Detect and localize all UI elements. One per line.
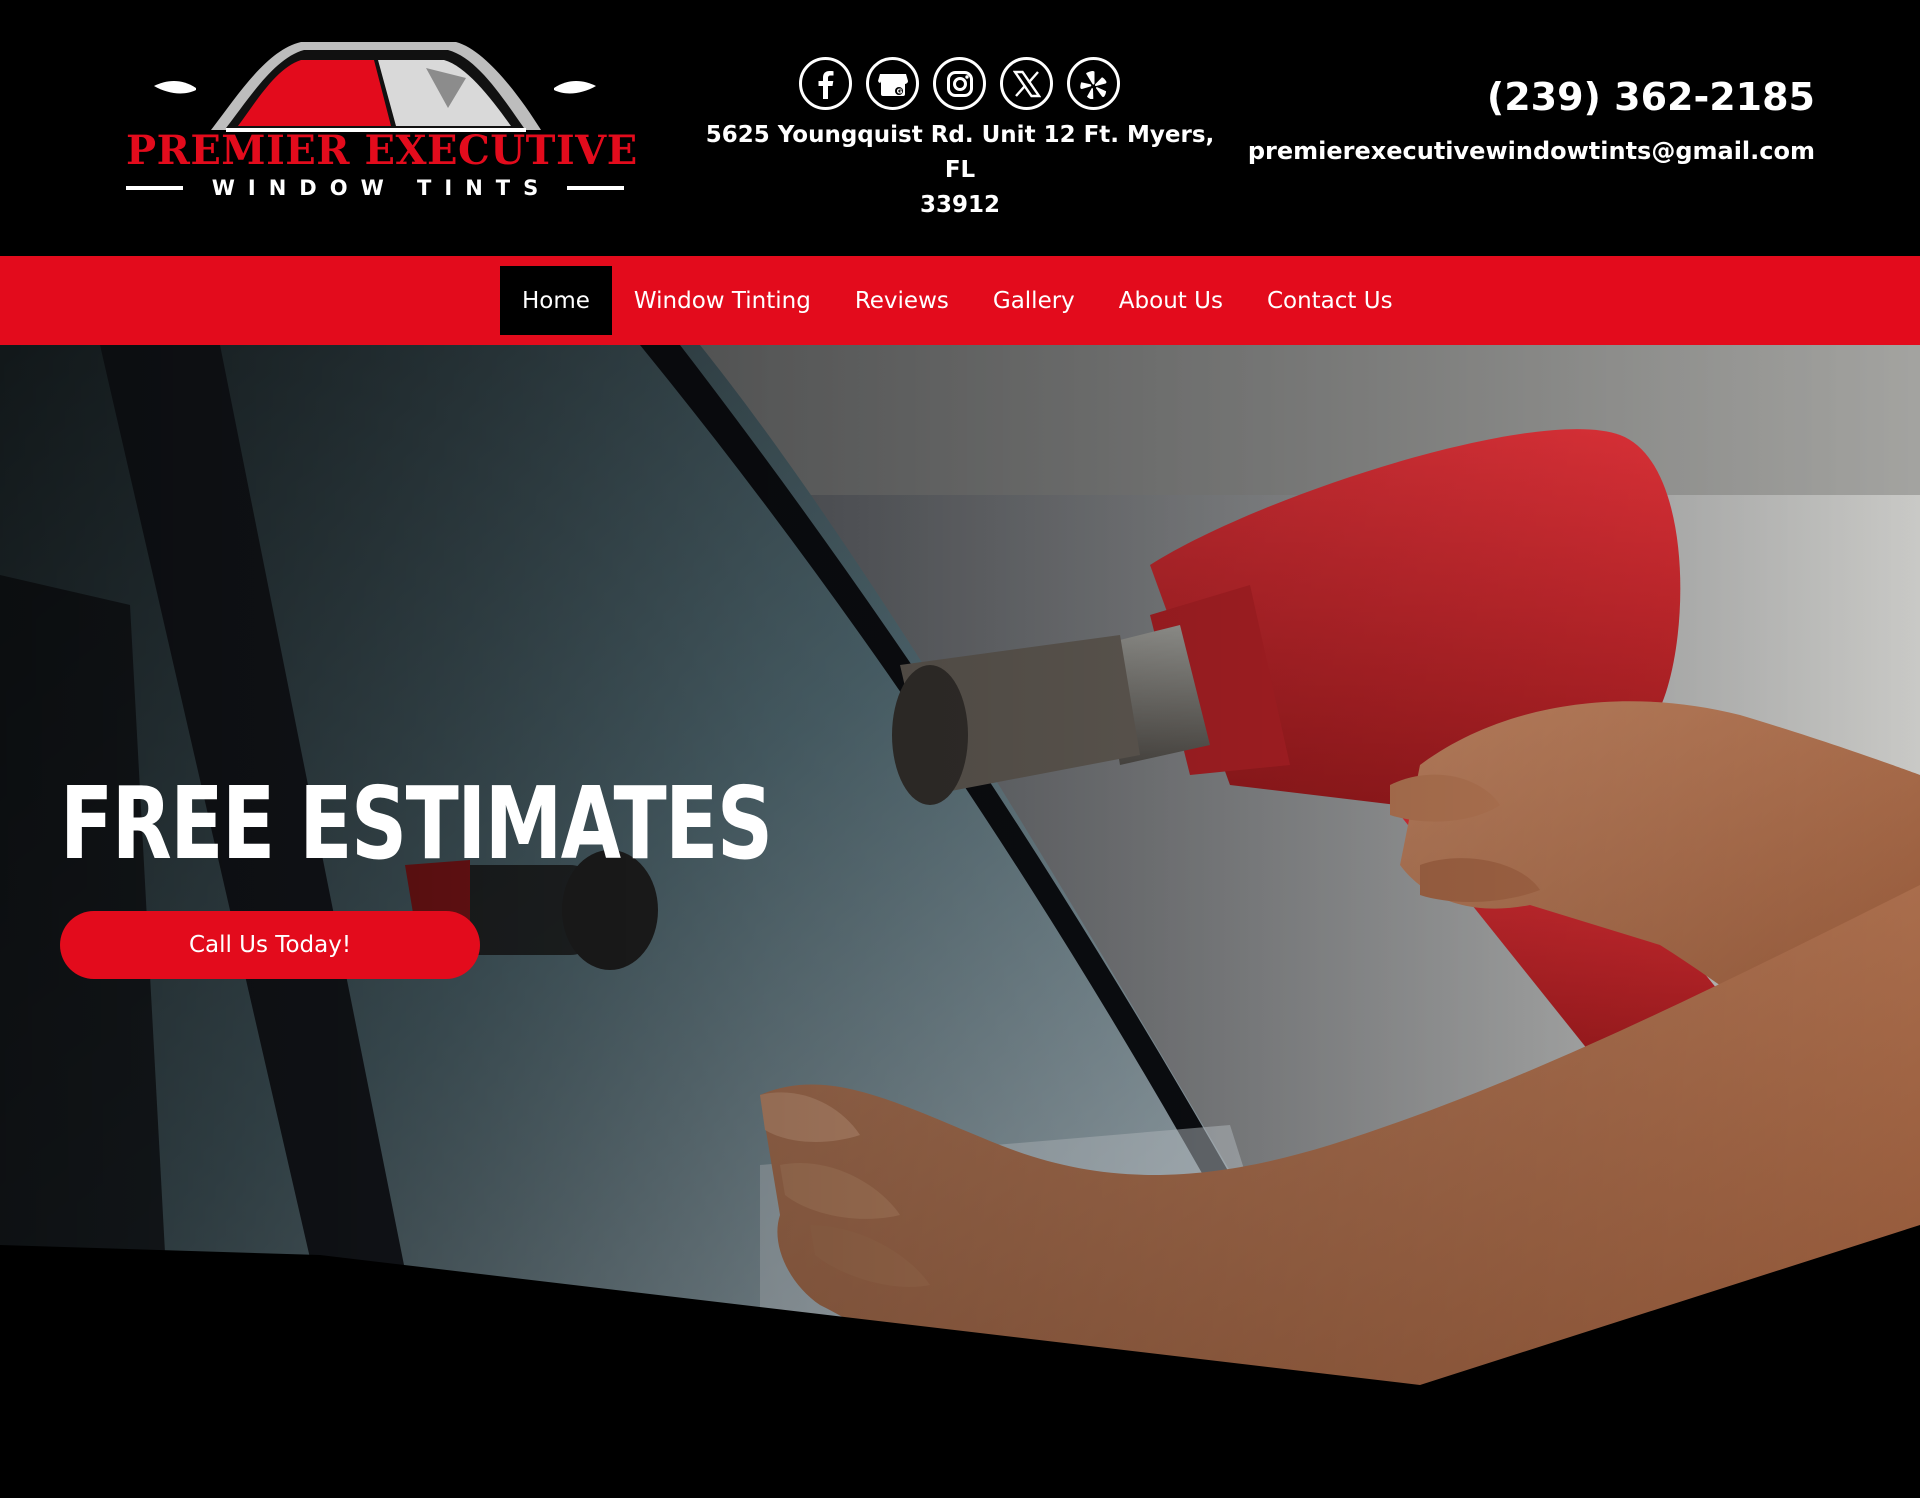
call-us-today-button[interactable]: Call Us Today! — [60, 911, 480, 979]
google-business-link[interactable]: G — [866, 57, 919, 110]
logo-rule-right — [567, 186, 624, 190]
yelp-icon — [1079, 70, 1106, 99]
main-navigation: Home Window Tinting Reviews Gallery Abou… — [0, 256, 1920, 345]
phone-link[interactable]: (239) 362-2185 — [1487, 75, 1815, 119]
yelp-link[interactable] — [1067, 57, 1120, 110]
nav-list: Home Window Tinting Reviews Gallery Abou… — [500, 266, 1415, 335]
logo-title: PREMIER EXECUTIVE — [126, 127, 638, 174]
instagram-icon — [946, 70, 973, 97]
social-links: G — [799, 57, 1120, 110]
logo-subtitle: WINDOW TINTS — [211, 176, 552, 200]
logo-rule-left — [126, 186, 183, 190]
nav-item-contact-us[interactable]: Contact Us — [1245, 266, 1415, 335]
email-link[interactable]: premierexecutivewindowtints@gmail.com — [1248, 137, 1815, 165]
x-twitter-link[interactable] — [1000, 57, 1053, 110]
hero-section: FREE ESTIMATES Call Us Today! — [0, 345, 1920, 1498]
nav-item-home[interactable]: Home — [500, 266, 612, 335]
facebook-icon — [818, 70, 833, 99]
nav-item-reviews[interactable]: Reviews — [833, 266, 971, 335]
google-business-icon: G — [877, 73, 908, 96]
company-logo[interactable]: PREMIER EXECUTIVE WINDOW TINTS — [126, 38, 638, 200]
nav-item-gallery[interactable]: Gallery — [971, 266, 1097, 335]
facebook-link[interactable] — [799, 57, 852, 110]
business-address: 5625 Youngquist Rd. Unit 12 Ft. Myers, F… — [700, 118, 1220, 223]
instagram-link[interactable] — [933, 57, 986, 110]
nav-item-about-us[interactable]: About Us — [1097, 266, 1245, 335]
site-header: PREMIER EXECUTIVE WINDOW TINTS G 5625 Yo… — [0, 0, 1920, 256]
hero-title: FREE ESTIMATES — [60, 765, 773, 882]
x-twitter-icon — [1012, 70, 1041, 97]
logo-car-graphic — [154, 42, 596, 132]
address-line-1: 5625 Youngquist Rd. Unit 12 Ft. Myers, F… — [705, 122, 1215, 183]
svg-text:G: G — [896, 87, 902, 95]
address-line-2: 33912 — [919, 192, 1001, 218]
logo-subtitle-row: WINDOW TINTS — [126, 173, 624, 203]
nav-item-window-tinting[interactable]: Window Tinting — [612, 266, 833, 335]
